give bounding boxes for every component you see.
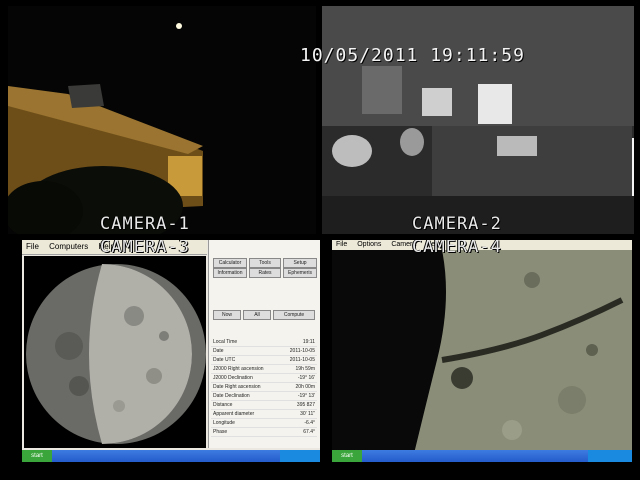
- camera-1-feed[interactable]: CAMERA-1: [8, 6, 316, 234]
- property-row[interactable]: Date 2011-10-05: [211, 347, 317, 356]
- calculator-button[interactable]: Calculator: [213, 258, 247, 268]
- property-key: J2000 Right ascension: [213, 366, 264, 372]
- property-row[interactable]: Date UTC 2011-10-05: [211, 356, 317, 365]
- camera-2-feed[interactable]: CAMERA-2: [322, 6, 634, 234]
- property-value: 20h 00m: [295, 384, 315, 390]
- camera-3-feed[interactable]: File Computers Help Calculator Tools Set…: [22, 240, 320, 462]
- information-button[interactable]: Information: [213, 268, 247, 278]
- property-row[interactable]: Date Declination -19° 13': [211, 392, 317, 401]
- menu-file[interactable]: File: [332, 241, 351, 248]
- property-value: 2011-10-05: [289, 357, 315, 363]
- property-row[interactable]: Phase 67.4°: [211, 428, 317, 437]
- moon-svg: [24, 256, 206, 448]
- camera-3-label: CAMERA-3: [100, 240, 190, 257]
- property-value: 395 827: [296, 402, 315, 408]
- menu-file[interactable]: File: [22, 242, 43, 251]
- property-key: Date Declination: [213, 393, 250, 399]
- menu-computers[interactable]: Computers: [45, 242, 92, 251]
- tools-button[interactable]: Tools: [249, 258, 281, 268]
- camera-2-label: CAMERA-2: [412, 214, 502, 234]
- camera-1-scene: [8, 6, 316, 234]
- start-button[interactable]: start: [22, 450, 52, 462]
- property-value: 30' 11": [300, 411, 315, 417]
- property-key: Distance: [213, 402, 233, 408]
- property-key: Longitude: [213, 420, 235, 426]
- monitor-center: [478, 84, 512, 124]
- system-tray: [280, 450, 320, 462]
- property-row[interactable]: Distance 395 827: [211, 401, 317, 410]
- property-value: 19:11: [302, 339, 315, 345]
- monitor-small: [422, 88, 452, 116]
- cam4-system-tray: [588, 450, 632, 462]
- doorframe: [362, 66, 402, 114]
- property-key: Local Time: [213, 339, 238, 345]
- equipment: [400, 128, 424, 156]
- property-row[interactable]: J2000 Declination -19° 16': [211, 374, 317, 383]
- property-value: 67.4°: [303, 429, 315, 435]
- lunar-surface-view: [332, 250, 632, 462]
- property-value: -6.4°: [304, 420, 315, 426]
- keyboard: [497, 136, 537, 156]
- taskbar: start: [22, 450, 320, 462]
- moon-glow: [176, 23, 182, 29]
- property-value: -19° 16': [297, 375, 315, 381]
- setup-button[interactable]: Setup: [283, 258, 317, 268]
- chair: [332, 135, 372, 167]
- ephemeris-button[interactable]: Ephemeris: [283, 268, 317, 278]
- now-button[interactable]: Now: [213, 310, 241, 320]
- property-key: Date Right ascension: [213, 384, 261, 390]
- moon-view[interactable]: [24, 256, 206, 448]
- property-key: J2000 Declination: [213, 375, 253, 381]
- property-row[interactable]: Longitude -6.4°: [211, 419, 317, 428]
- property-key: Apparent diameter: [213, 411, 255, 417]
- camera-1-label: CAMERA-1: [100, 214, 190, 234]
- property-key: Date UTC: [213, 357, 236, 363]
- property-value: 2011-10-05: [289, 348, 315, 354]
- compute-button[interactable]: Compute: [273, 310, 315, 320]
- property-value: -19° 13': [297, 393, 315, 399]
- chimney: [68, 84, 104, 108]
- property-key: Phase: [213, 429, 228, 435]
- property-row[interactable]: Apparent diameter 30' 11": [211, 410, 317, 419]
- property-key: Date: [213, 348, 224, 354]
- crater: [451, 367, 473, 389]
- camera-4-label: CAMERA-4: [412, 240, 502, 257]
- property-row[interactable]: J2000 Right ascension 19h 59m: [211, 365, 317, 374]
- camera-4-feed[interactable]: File Options Camera Help start CAMERA-4: [332, 240, 632, 462]
- property-value: 19h 59m: [295, 366, 315, 372]
- property-row[interactable]: Local Time 19:11: [211, 338, 317, 347]
- ephemeris-panel: Calculator Tools Setup Information Rates…: [208, 240, 320, 448]
- cam4-start-button[interactable]: start: [332, 450, 362, 462]
- all-button[interactable]: All: [243, 310, 271, 320]
- camera-2-scene: [322, 6, 634, 234]
- rates-button[interactable]: Rates: [249, 268, 281, 278]
- timestamp-overlay: 10/05/2011 19:11:59: [300, 45, 525, 66]
- menu-options[interactable]: Options: [353, 241, 385, 248]
- cam4-taskbar: start: [332, 450, 632, 462]
- property-row[interactable]: Date Right ascension 20h 00m: [211, 383, 317, 392]
